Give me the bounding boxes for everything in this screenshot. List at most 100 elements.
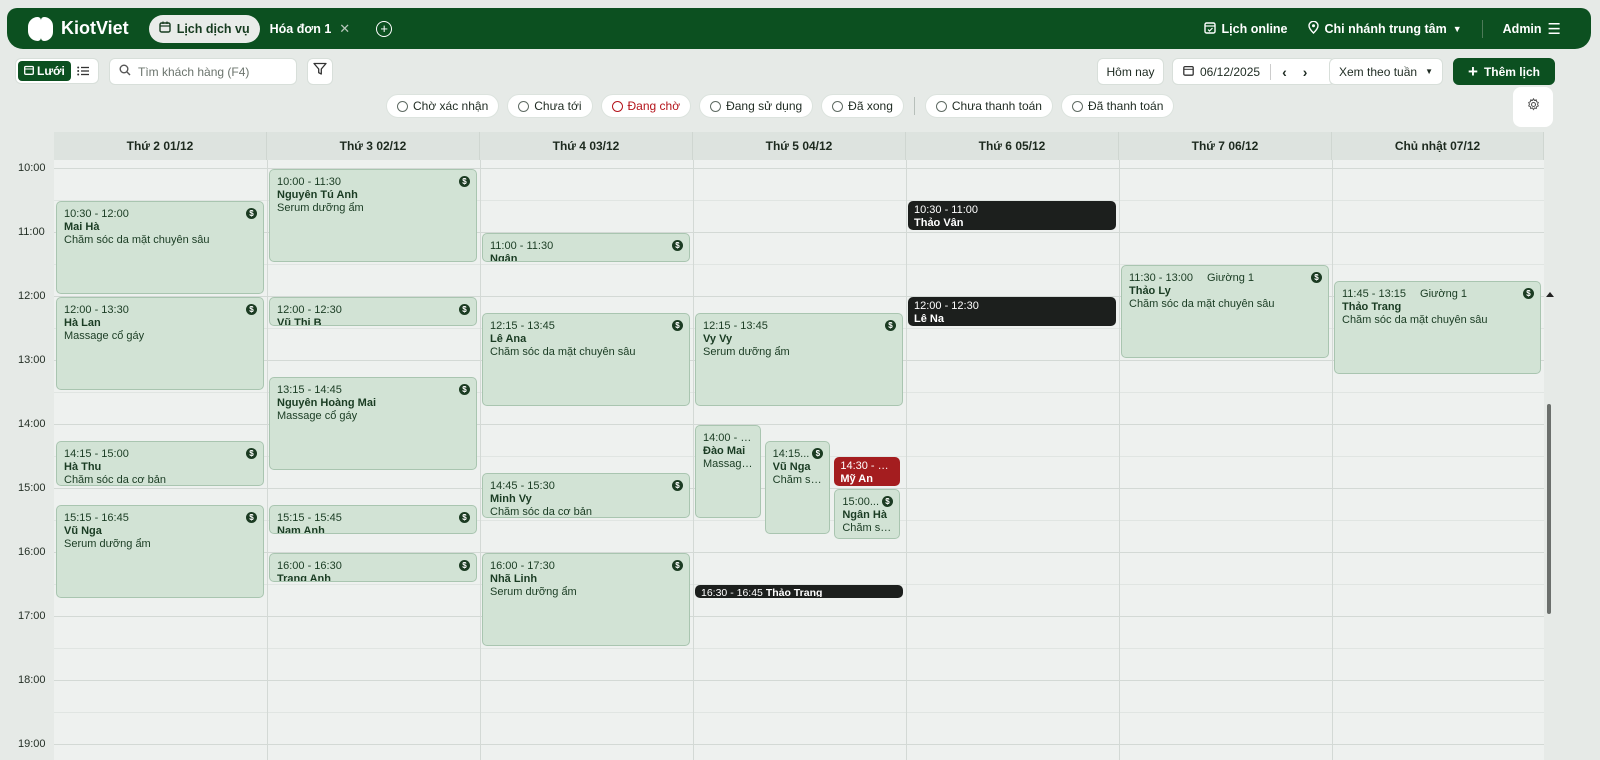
customer-name: Thảo Vân <box>914 217 964 229</box>
day-divider <box>1332 160 1333 760</box>
appointment-card[interactable]: 16:30 - 16:45 Thảo Trang <box>695 585 903 598</box>
appointment-card[interactable]: 16:00 - 16:30 Trang Anh $ <box>269 553 477 582</box>
appointment-card[interactable]: 11:30 - 13:00 Giường 1 Thảo Ly Chăm sóc da … <box>1121 265 1329 358</box>
chevron-right-icon[interactable]: › <box>1298 64 1313 80</box>
appointment-card[interactable]: 14:15... Vũ Nga Chăm só... $ <box>764 441 831 534</box>
customer-name: Hà Lan <box>64 317 101 329</box>
customer-search-input[interactable]: Tìm khách hàng (F4) <box>109 58 297 85</box>
online-schedule-link[interactable]: Lịch online <box>1203 21 1288 37</box>
appointment-card[interactable]: 16:00 - 17:30 Nhã Linh Serum dưỡng ẩm $ <box>482 553 690 646</box>
kiotviet-logo[interactable]: KiotViet <box>27 15 129 43</box>
today-button[interactable]: Hôm nay <box>1097 58 1164 85</box>
tab-label: Lịch dịch vụ <box>176 21 250 36</box>
half-hour-line <box>54 712 1544 713</box>
appointment-card[interactable]: 12:15 - 13:45 Vy Vy Serum dưỡng ẩm $ <box>695 313 903 406</box>
appointment-card[interactable]: 15:15 - 15:45 Nam Anh $ <box>269 505 477 534</box>
service-name: Massage cổ gáy <box>64 330 145 342</box>
chip-label: Đang sử dụng <box>726 99 803 113</box>
view-mode-select[interactable]: Xem theo tuần ▼ <box>1329 58 1443 85</box>
customer-name: Nam Anh <box>277 525 325 534</box>
hour-line <box>54 680 1544 681</box>
chip-label: Đã thanh toán <box>1087 99 1164 113</box>
service-name: Chăm sóc da mặt chuyên sâu <box>1342 314 1488 326</box>
appointment-card[interactable]: 12:15 - 13:45 Lê Ana Chăm sóc da mặt chuyê… <box>482 313 690 406</box>
appointment-card[interactable]: 10:30 - 12:00 Mai Hà Chăm sóc da mặt chuyê… <box>56 201 264 294</box>
radio-icon <box>935 100 947 112</box>
calendar-grid[interactable]: 10:30 - 12:00 Mai Hà Chăm sóc da mặt chuyê… <box>54 160 1544 760</box>
add-appointment-label: Thêm lịch <box>1483 64 1540 79</box>
user-menu[interactable]: Admin ☰ <box>1503 20 1561 38</box>
appointment-card[interactable]: 15:00... Ngân Hà Chăm só... $ <box>834 489 900 540</box>
appointment-time: 14:45 - 15:30 <box>490 480 555 492</box>
settings-button[interactable] <box>1515 89 1551 125</box>
list-view-button[interactable] <box>71 61 96 81</box>
filter-chip-not-arrived[interactable]: Chưa tới <box>507 94 593 118</box>
filter-chip-unpaid[interactable]: Chưa thanh toán <box>924 94 1053 118</box>
appointment-time: 10:00 - 11:30 <box>277 176 342 188</box>
appointment-card[interactable]: 10:30 - 11:00 Thảo Vân <box>908 201 1116 230</box>
chip-label: Đang chờ <box>627 99 681 113</box>
appointment-time: 14:00 - 1... <box>703 432 753 444</box>
map-pin-icon <box>1307 20 1319 37</box>
divider <box>1270 63 1272 80</box>
filter-chip-done[interactable]: Đã xong <box>821 94 904 118</box>
dollar-coin-icon: $ <box>459 176 470 187</box>
plus-icon: + <box>1468 62 1478 81</box>
customer-name: Mai Hà <box>64 221 100 233</box>
customer-name: Đào Mai <box>703 445 746 457</box>
appointment-time: 12:15 - 13:45 <box>490 320 555 332</box>
filter-button[interactable] <box>307 58 333 85</box>
branch-label: Chi nhánh trung tâm <box>1324 21 1447 36</box>
appointment-card[interactable]: 15:15 - 16:45 Vũ Nga Serum dưỡng ẩm $ <box>56 505 264 598</box>
add-tab-icon[interactable]: + <box>376 20 393 37</box>
date-picker[interactable]: 06/12/2025 ‹ › <box>1172 58 1335 85</box>
service-name: Chăm sóc da cơ bản <box>64 474 166 486</box>
filter-chip-waiting[interactable]: Đang chờ <box>600 94 692 118</box>
customer-name: Thảo Trang <box>765 587 823 598</box>
filter-chip-in-use[interactable]: Đang sử dụng <box>699 94 814 118</box>
appointment-card[interactable]: 12:00 - 12:30 Vũ Thị B $ <box>269 297 477 326</box>
filter-chip-pending-confirm[interactable]: Chờ xác nhận <box>386 94 500 118</box>
customer-name: Nhã Linh <box>490 573 538 585</box>
hour-label: 10:00 <box>18 162 46 174</box>
dollar-coin-icon: $ <box>459 560 470 571</box>
scrollbar[interactable] <box>1546 160 1552 760</box>
chevron-left-icon[interactable]: ‹ <box>1277 64 1292 80</box>
appointment-card[interactable]: 14:45 - 15:30 Minh Vy Chăm sóc da cơ bản $ <box>482 473 690 518</box>
service-name: Serum dưỡng ẩm <box>703 346 790 358</box>
list-icon <box>77 64 90 79</box>
appointment-card[interactable]: 12:00 - 13:30 Hà Lan Massage cổ gáy $ <box>56 297 264 390</box>
appointment-card[interactable]: 13:15 - 14:45 Nguyên Hoàng Mai Massage cổ … <box>269 377 477 470</box>
add-appointment-button[interactable]: + Thêm lịch <box>1453 58 1555 85</box>
scrollbar-thumb[interactable] <box>1547 404 1551 614</box>
branch-selector[interactable]: Chi nhánh trung tâm ▼ <box>1307 20 1462 37</box>
current-date: 06/12/2025 <box>1200 64 1261 79</box>
day-header: Thứ 6 05/12 <box>906 132 1119 160</box>
calendar-icon <box>1183 65 1194 79</box>
appointment-card[interactable]: 12:00 - 12:30 Lê Na <box>908 297 1116 326</box>
today-label: Hôm nay <box>1106 64 1155 79</box>
customer-name: Nguyên Tú Anh <box>277 189 358 201</box>
tab-invoice-1[interactable]: Hóa đơn 1 ✕ <box>260 15 361 43</box>
search-placeholder: Tìm khách hàng (F4) <box>138 64 250 79</box>
appointment-card[interactable]: 14:15 - 15:00 Hà Thu Chăm sóc da cơ bản $ <box>56 441 264 486</box>
grid-view-button[interactable]: Lưới <box>18 61 71 81</box>
appointment-card[interactable]: 11:45 - 13:15 Giường 1 Thảo Trang Chăm sóc … <box>1334 281 1541 374</box>
tab-service-schedule[interactable]: Lịch dịch vụ <box>148 14 260 43</box>
chevron-down-icon: ▼ <box>1452 23 1462 34</box>
calendar-icon <box>158 21 171 36</box>
day-divider <box>693 160 694 760</box>
day-divider <box>480 160 481 760</box>
appointment-card[interactable]: 11:00 - 11:30 Ngân $ <box>482 233 690 262</box>
appointment-card[interactable]: 14:00 - 1... Đào Mai Massage... <box>695 425 761 518</box>
appointment-card[interactable]: 14:30 - 15... Mỹ An <box>834 457 900 486</box>
filter-chip-paid[interactable]: Đã thanh toán <box>1060 94 1175 118</box>
appointment-card[interactable]: 10:00 - 11:30 Nguyên Tú Anh Serum dưỡng ẩm… <box>269 169 477 262</box>
radio-icon <box>518 100 530 112</box>
day-divider <box>1119 160 1120 760</box>
day-header: Thứ 3 02/12 <box>267 132 480 160</box>
appointment-time: 14:15 - 15:00 <box>64 448 129 460</box>
customer-name: Vy Vy <box>703 333 733 345</box>
close-icon[interactable]: ✕ <box>339 21 350 37</box>
appointment-time: 12:00 - 13:30 <box>64 304 129 316</box>
